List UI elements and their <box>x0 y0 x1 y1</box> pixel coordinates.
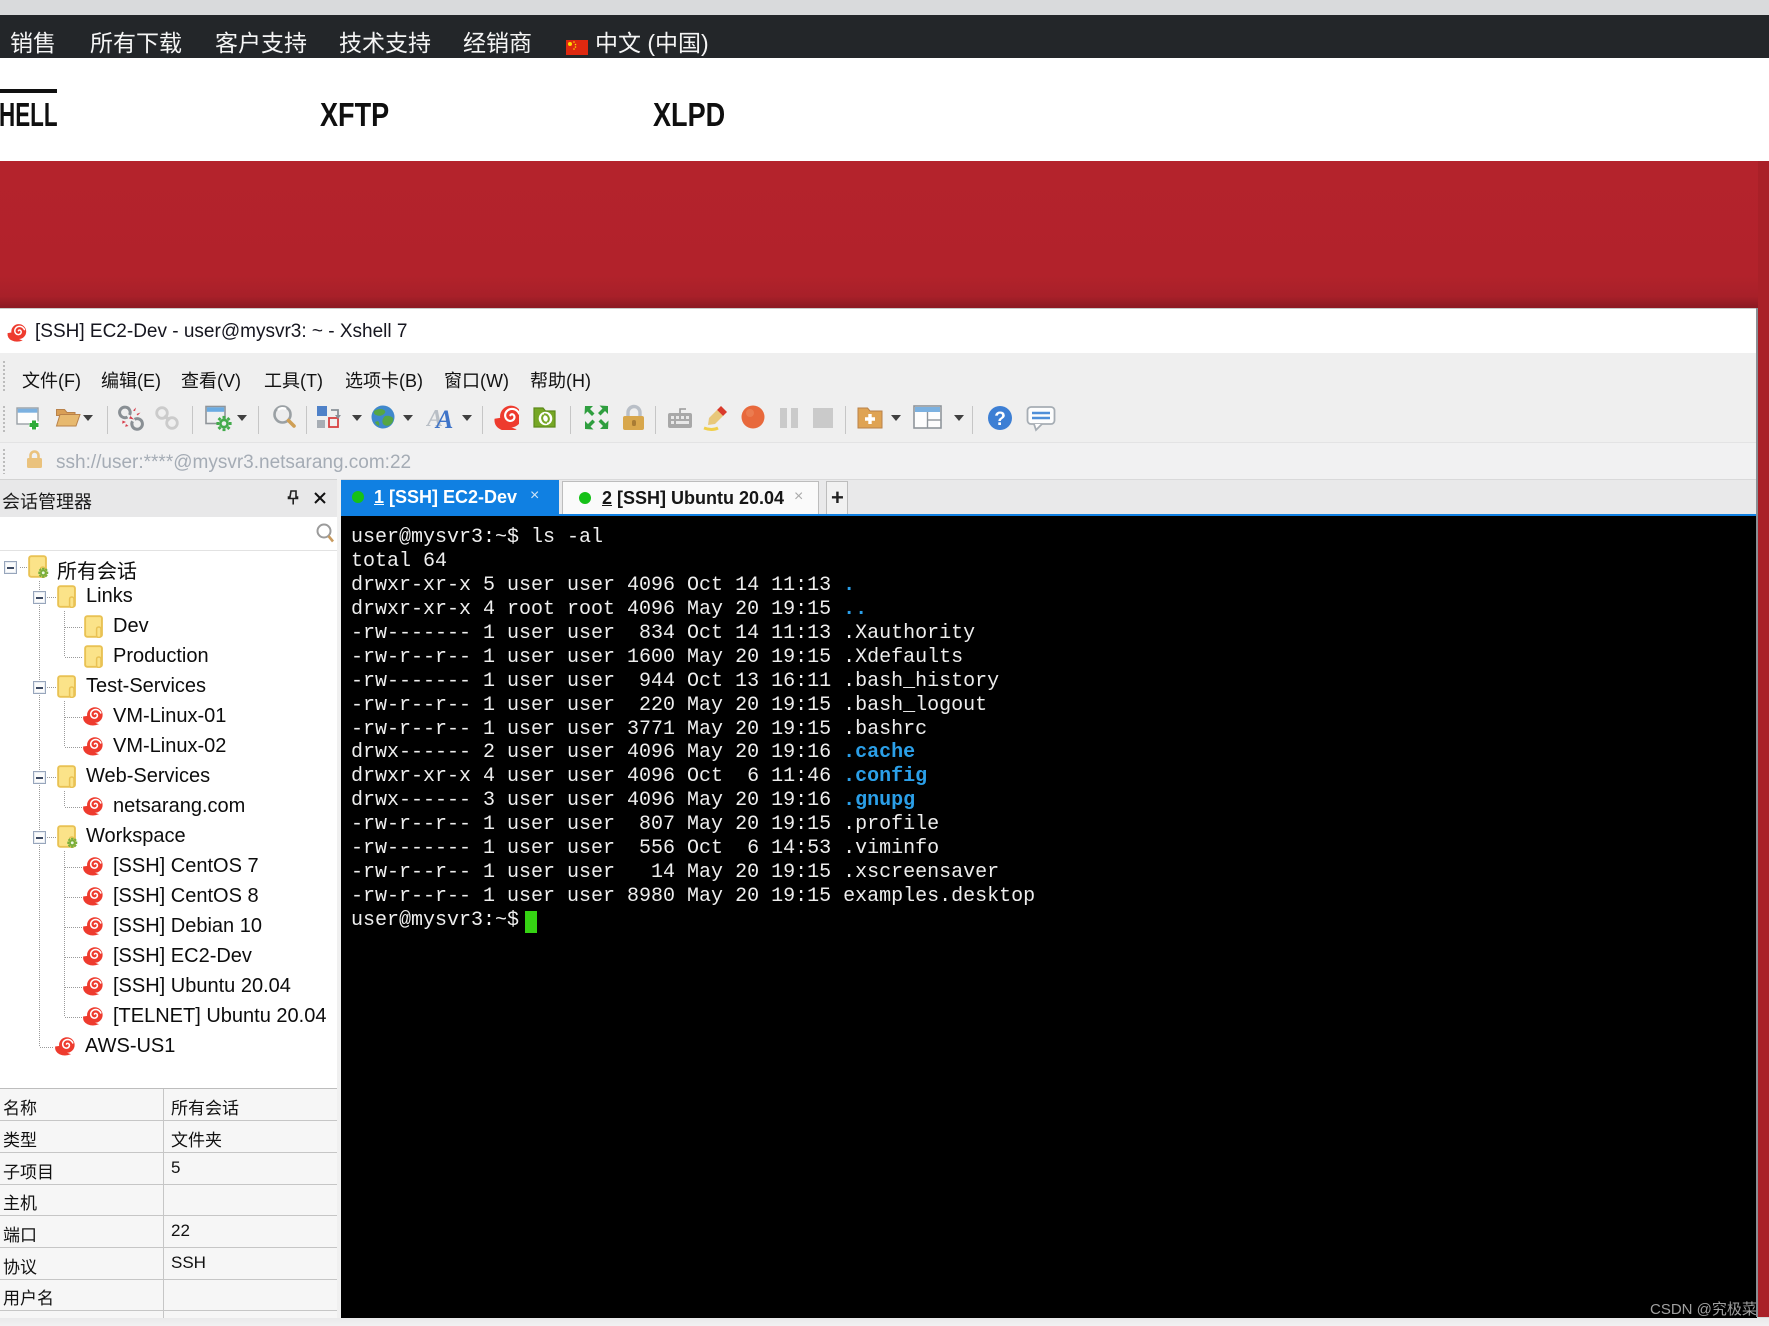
svg-text:A: A <box>434 405 453 432</box>
svg-text:?: ? <box>994 409 1006 430</box>
